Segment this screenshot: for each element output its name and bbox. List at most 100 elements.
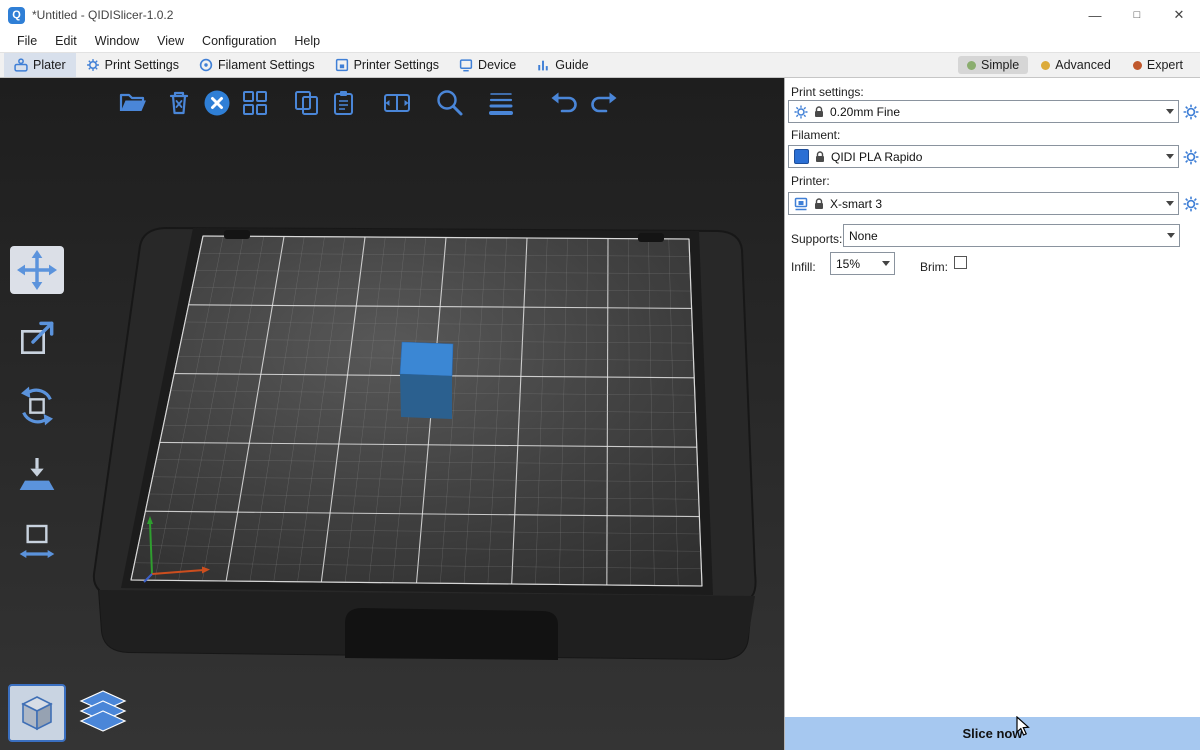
arrange-button[interactable] (236, 84, 274, 122)
chevron-down-icon (1166, 154, 1174, 159)
copy-button[interactable] (288, 84, 326, 122)
slice-now-button[interactable]: Slice now (785, 717, 1200, 750)
close-button[interactable]: ✕ (1158, 0, 1200, 30)
chevron-down-icon (882, 261, 890, 266)
infill-combo[interactable]: 15% (830, 252, 895, 275)
mouse-cursor (1016, 716, 1031, 737)
tab-print-settings[interactable]: Print Settings (76, 53, 189, 77)
measure-tool-button[interactable] (10, 518, 64, 566)
brim-checkbox[interactable] (954, 256, 967, 269)
window-controls: — □ ✕ (1074, 0, 1200, 30)
print-settings-combo[interactable]: 0.20mm Fine (788, 100, 1179, 123)
menu-configuration[interactable]: Configuration (193, 30, 285, 52)
rotate-tool-button[interactable] (10, 382, 64, 430)
paste-icon (330, 88, 360, 118)
chevron-down-icon (1166, 201, 1174, 206)
menu-window[interactable]: Window (86, 30, 148, 52)
tab-print-settings-label: Print Settings (105, 58, 179, 72)
brim-label: Brim: (920, 256, 948, 278)
tab-plater-label: Plater (33, 58, 66, 72)
search-button[interactable] (430, 84, 468, 122)
tab-printer-settings-label: Printer Settings (354, 58, 439, 72)
printer-gear-button[interactable] (1182, 195, 1199, 212)
mode-simple[interactable]: Simple (958, 56, 1028, 74)
filament-label: Filament: (791, 128, 840, 142)
undo-button[interactable] (546, 84, 584, 122)
printer-value: X-smart 3 (830, 197, 1161, 211)
plate-clip-left (224, 230, 250, 239)
undo-icon (550, 88, 580, 118)
menu-view[interactable]: View (148, 30, 193, 52)
mode-advanced[interactable]: Advanced (1032, 56, 1120, 74)
3d-view-button[interactable] (8, 684, 66, 742)
tab-guide-label: Guide (555, 58, 588, 72)
lock-icon (813, 197, 825, 210)
app-logo-icon: Q (8, 7, 25, 24)
menu-file[interactable]: File (8, 30, 46, 52)
lock-icon (813, 105, 825, 118)
filament-combo[interactable]: QIDI PLA Rapido (788, 145, 1179, 168)
menu-edit[interactable]: Edit (46, 30, 86, 52)
paste-button[interactable] (326, 84, 364, 122)
delete-all-icon (202, 88, 232, 118)
expert-mode-dot (1133, 61, 1142, 70)
window-title: *Untitled - QIDISlicer-1.0.2 (32, 8, 173, 22)
viewport-3d[interactable] (0, 78, 784, 750)
search-icon (434, 88, 464, 118)
gear-icon (794, 105, 808, 119)
gear-icon (1183, 196, 1199, 212)
open-folder-icon (118, 88, 148, 118)
mode-expert[interactable]: Expert (1124, 56, 1192, 74)
layers-preview-button[interactable] (74, 684, 132, 742)
redo-button[interactable] (584, 84, 622, 122)
mode-simple-label: Simple (981, 58, 1019, 72)
split-button[interactable] (378, 84, 416, 122)
gizmo-toolbar (10, 246, 64, 586)
supports-combo[interactable]: None (843, 224, 1180, 247)
copy-icon (292, 88, 322, 118)
minimize-button[interactable]: — (1074, 0, 1116, 30)
scale-tool-button[interactable] (10, 314, 64, 362)
delete-all-button[interactable] (198, 84, 236, 122)
printer-handle-cutout (345, 608, 558, 660)
tab-device[interactable]: Device (449, 53, 526, 77)
filament-color-swatch (794, 149, 809, 164)
tab-filament-settings-label: Filament Settings (218, 58, 315, 72)
gear-icon (1183, 149, 1199, 165)
mode-expert-label: Expert (1147, 58, 1183, 72)
supports-label: Supports: (791, 228, 842, 250)
infill-label: Infill: (791, 256, 816, 278)
tab-plater[interactable]: Plater (4, 53, 76, 77)
menu-bar: File Edit Window View Configuration Help (0, 30, 1200, 52)
plater-toolbar (114, 84, 622, 122)
scene-canvas[interactable] (0, 78, 784, 750)
place-on-face-tool-button[interactable] (10, 450, 64, 498)
model-cube[interactable] (400, 342, 453, 419)
filament-gear-button[interactable] (1182, 148, 1199, 165)
move-icon (17, 250, 57, 290)
delete-button[interactable] (160, 84, 198, 122)
printer-icon (794, 197, 808, 211)
move-tool-button[interactable] (10, 246, 64, 294)
tab-filament-settings[interactable]: Filament Settings (189, 53, 325, 77)
tab-printer-settings[interactable]: Printer Settings (325, 53, 449, 77)
printer-combo[interactable]: X-smart 3 (788, 192, 1179, 215)
print-settings-label: Print settings: (791, 85, 864, 99)
printer-icon (335, 58, 349, 72)
print-settings-gear-button[interactable] (1182, 103, 1199, 120)
guide-chart-icon (536, 58, 550, 72)
open-file-button[interactable] (114, 84, 152, 122)
split-objects-icon (382, 88, 412, 118)
device-icon (459, 58, 473, 72)
3d-cube-icon (17, 693, 57, 733)
scale-icon (17, 318, 57, 358)
lock-icon (814, 150, 826, 163)
simple-mode-dot (967, 61, 976, 70)
trash-icon (164, 88, 194, 118)
print-settings-value: 0.20mm Fine (830, 105, 1161, 119)
menu-help[interactable]: Help (285, 30, 329, 52)
title-bar: Q *Untitled - QIDISlicer-1.0.2 — □ ✕ (0, 0, 1200, 30)
maximize-button[interactable]: □ (1116, 0, 1158, 30)
tab-guide[interactable]: Guide (526, 53, 598, 77)
variable-layer-height-button[interactable] (482, 84, 520, 122)
